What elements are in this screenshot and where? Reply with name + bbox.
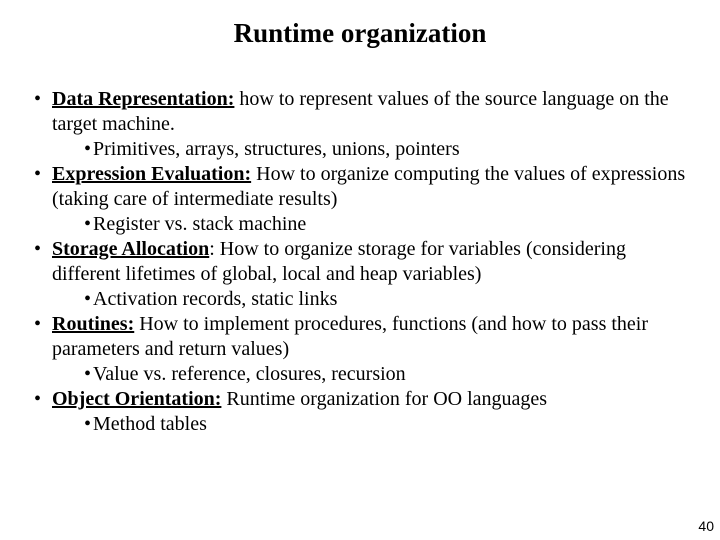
bullet-body: Runtime organization for OO languages [221,388,547,410]
sub-bullet-text: Value vs. reference, closures, recursion [93,362,406,387]
sub-bullet-text: Primitives, arrays, structures, unions, … [93,137,460,162]
bullet-text: Storage Allocation: How to organize stor… [52,237,692,287]
sub-bullet-text: Register vs. stack machine [93,212,306,237]
bullet-icon: • [28,237,52,287]
bullet-item: • Routines: How to implement procedures,… [28,312,692,362]
sub-bullet-icon: • [84,212,93,237]
bullet-body: How to implement procedures, functions (… [52,313,648,360]
slide-content: • Data Representation: how to represent … [28,87,692,437]
bullet-item: • Data Representation: how to represent … [28,87,692,137]
sub-bullet-text: Activation records, static links [93,287,337,312]
bullet-heading: Data Representation: [52,88,234,110]
slide-container: Runtime organization • Data Representati… [0,0,720,437]
bullet-heading: Expression Evaluation: [52,163,251,185]
slide-title: Runtime organization [28,18,692,49]
bullet-item: • Object Orientation: Runtime organizati… [28,387,692,412]
page-number: 40 [698,518,714,534]
bullet-text: Routines: How to implement procedures, f… [52,312,692,362]
bullet-icon: • [28,312,52,362]
bullet-item: • Storage Allocation: How to organize st… [28,237,692,287]
sub-bullet-icon: • [84,287,93,312]
bullet-icon: • [28,162,52,212]
bullet-text: Expression Evaluation: How to organize c… [52,162,692,212]
sub-bullet-icon: • [84,362,93,387]
sub-bullet-item: • Activation records, static links [84,287,692,312]
sub-bullet-item: • Value vs. reference, closures, recursi… [84,362,692,387]
bullet-heading: Storage Allocation [52,238,209,260]
sub-bullet-item: • Register vs. stack machine [84,212,692,237]
bullet-text: Data Representation: how to represent va… [52,87,692,137]
bullet-text: Object Orientation: Runtime organization… [52,387,692,412]
bullet-icon: • [28,387,52,412]
sub-bullet-text: Method tables [93,412,207,437]
bullet-heading: Object Orientation: [52,388,221,410]
bullet-heading: Routines: [52,313,134,335]
bullet-item: • Expression Evaluation: How to organize… [28,162,692,212]
sub-bullet-icon: • [84,412,93,437]
sub-bullet-icon: • [84,137,93,162]
bullet-icon: • [28,87,52,137]
sub-bullet-item: • Primitives, arrays, structures, unions… [84,137,692,162]
sub-bullet-item: • Method tables [84,412,692,437]
